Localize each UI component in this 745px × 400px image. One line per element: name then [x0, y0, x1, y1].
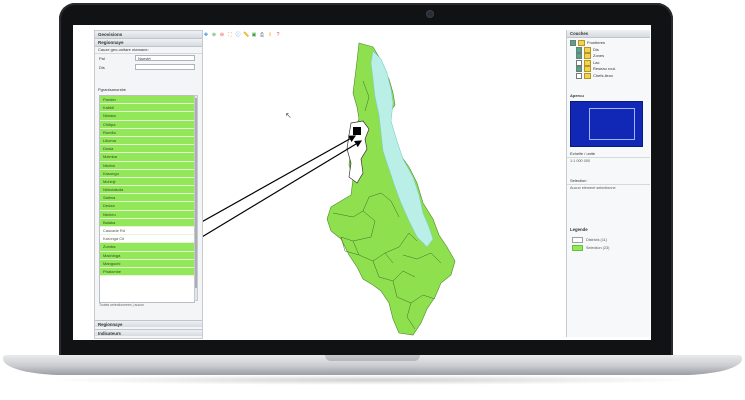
legend-label: Districts (11)	[586, 238, 608, 242]
country-shape[interactable]	[326, 42, 456, 336]
full-extent-icon[interactable]: ⛶	[227, 32, 233, 38]
list-title: Pgranisanorsbe	[98, 87, 127, 92]
list-scrollbar[interactable]	[194, 95, 198, 301]
layer-item[interactable]: Chefs-lieux	[570, 72, 648, 80]
legend-swatch-empty	[572, 237, 583, 243]
layer-label: Lac	[593, 59, 600, 65]
left-panel: Geovisions Regionnaye Cauze geo-unitare …	[94, 30, 203, 339]
layer-checkbox[interactable]	[576, 46, 582, 53]
right-panel: Couches Frontieres Dis Zones Lac Reseau rout…	[566, 30, 650, 337]
list-item[interactable]: Ntcheu	[100, 210, 194, 219]
layer-tree: Frontieres Dis Zones Lac Reseau rout. Chefs-l…	[570, 40, 648, 79]
map-toolbar: ✥ ⊕ ⊖ ⛶ ⓘ 📏 ▣ ⎙ ⇪?	[203, 31, 281, 39]
camera-icon	[427, 11, 433, 17]
folder-icon	[584, 72, 591, 79]
list-item[interactable]: Pander	[100, 96, 194, 105]
list-item[interactable]: Nkhotakota	[100, 186, 194, 195]
export-icon[interactable]: ⇪	[267, 32, 273, 38]
layer-checkbox[interactable]	[576, 53, 582, 59]
mouse-cursor-icon: ↖	[285, 111, 292, 120]
legend-swatch-green	[572, 245, 583, 251]
list-item[interactable]: Phalombe	[100, 267, 194, 277]
print-icon[interactable]: ⎙	[259, 32, 265, 38]
geounit-selector[interactable]: Cauze geo-unitare ntamane:	[95, 47, 202, 54]
field2-label: Dis	[99, 65, 105, 70]
layer-checkbox[interactable]	[570, 40, 576, 46]
legend-item: Districts (11)	[572, 237, 607, 243]
select-icon[interactable]: ▣	[251, 32, 257, 38]
selection-block: Selection Aucun element selectionne	[567, 178, 650, 191]
list-item[interactable]: Karonga Cit	[100, 235, 194, 244]
section-indicators[interactable]: Indicateurs	[95, 329, 202, 336]
legend-label: Selection (23)	[586, 246, 610, 250]
layers-title: Couches	[567, 30, 650, 38]
selection-title: Selection	[567, 178, 650, 185]
measure-icon[interactable]: 📏	[243, 32, 249, 38]
list-item[interactable]: Nkhata	[100, 112, 194, 121]
list-item[interactable]: Rumfia	[100, 128, 194, 137]
list-item[interactable]: Mangochi	[100, 259, 194, 268]
folder-icon	[578, 40, 585, 46]
field-row-2: Dis	[95, 63, 202, 72]
list-item[interactable]: Likoma	[100, 136, 194, 146]
scroll-thumb[interactable]	[195, 98, 197, 288]
list-item[interactable]: Chitipa	[100, 120, 194, 129]
layer-checkbox[interactable]	[576, 66, 582, 72]
legend-title: Legende	[570, 227, 588, 232]
highlighted-district[interactable]	[353, 127, 361, 135]
layer-label: Frontieres	[587, 40, 606, 46]
field1-select[interactable]: Nuevirt	[135, 55, 195, 61]
list-item[interactable]: Machinga	[100, 251, 194, 260]
arrow-line-1	[203, 135, 357, 222]
layer-label: Chefs-lieux	[593, 72, 614, 78]
field1-label: Pal	[99, 56, 105, 61]
layer-label: Dis	[593, 46, 599, 52]
layer-checkbox[interactable]	[576, 59, 582, 66]
application-screen: Geovisions Regionnaye Cauze geo-unitare …	[73, 25, 651, 340]
folder-icon	[584, 46, 591, 53]
legend-item: Selection (23)	[572, 245, 609, 251]
list-item[interactable]: Salima	[100, 194, 194, 203]
scale-block: Echelle / unite 1:1 000 000	[567, 151, 650, 164]
list-item[interactable]: Dedza	[100, 202, 194, 211]
panel-subtitle[interactable]: Regionnaye	[95, 39, 202, 47]
list-item[interactable]: Balaka	[100, 218, 194, 227]
list-item[interactable]: Zomba	[100, 243, 194, 252]
layer-label: Reseau rout.	[593, 66, 616, 72]
folder-icon	[584, 53, 591, 59]
section-regions[interactable]: Regionnaye	[95, 320, 202, 327]
list-item[interactable]: Mzimba	[100, 153, 194, 162]
selection-value: Aucun element selectionne	[570, 186, 616, 190]
list-item[interactable]: Cascade Rd	[100, 227, 194, 236]
list-item[interactable]: Ntchisi	[100, 161, 194, 170]
map-canvas[interactable]	[203, 41, 533, 337]
list-item[interactable]: Kasungu	[100, 169, 194, 178]
field-row-1: Pal Nuevirt	[95, 54, 202, 63]
overview-title: Apercu	[570, 93, 584, 98]
laptop-shadow	[40, 375, 705, 385]
info-icon[interactable]: ⓘ	[235, 32, 241, 38]
folder-icon	[584, 66, 591, 72]
scale-title: Echelle / unite	[567, 151, 650, 158]
zoom-in-icon[interactable]: ⊕	[211, 32, 217, 38]
overview-extent-box[interactable]	[589, 108, 635, 140]
panel-title: Geovisions	[95, 31, 202, 39]
list-item[interactable]: Kabbil	[100, 104, 194, 113]
folder-icon	[584, 59, 591, 66]
zoom-out-icon[interactable]: ⊖	[219, 32, 225, 38]
list-item[interactable]: Mchinji	[100, 177, 194, 187]
scale-value[interactable]: 1:1 000 000	[567, 158, 650, 164]
layer-checkbox[interactable]	[576, 72, 582, 79]
laptop-notch	[325, 355, 420, 361]
overview-map[interactable]	[570, 101, 643, 147]
list-item[interactable]: Dowa	[100, 145, 194, 154]
pan-icon[interactable]: ✥	[203, 32, 209, 38]
district-list[interactable]: Pander Kabbil Nkhata Chitipa Rumfia Likoma Dow…	[99, 95, 195, 303]
help-icon[interactable]: ?	[275, 32, 281, 38]
list-footer[interactable]: Toutes selectionnees | aucun	[99, 303, 144, 307]
field2-select[interactable]	[135, 64, 195, 70]
layer-label: Zones	[593, 53, 605, 59]
